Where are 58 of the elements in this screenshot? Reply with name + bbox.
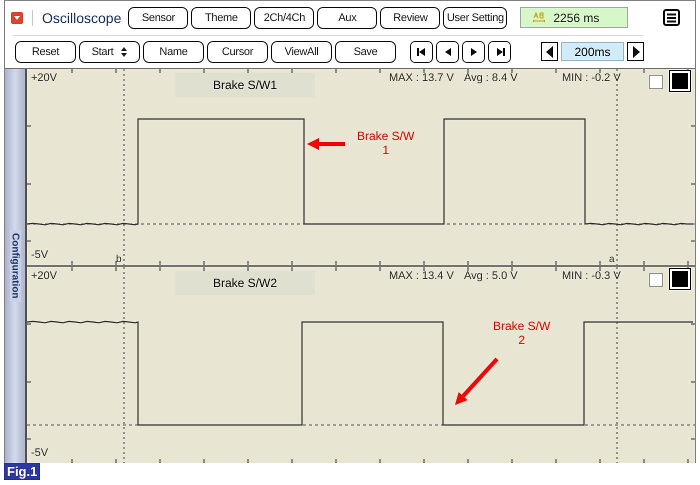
skip-start-icon	[416, 46, 426, 57]
scale-bottom-label: -5V	[31, 249, 48, 261]
max-reading: MAX : 13.4 V	[389, 270, 454, 282]
step-forward-icon	[468, 46, 478, 57]
collapse-icon[interactable]	[11, 12, 23, 24]
toolbar-button[interactable]: Name	[143, 40, 204, 63]
sidebar-tab[interactable]: Configuration	[5, 69, 27, 463]
toggle-square-icon[interactable]	[649, 75, 663, 89]
avg-reading: Avg : 5.0 V	[464, 270, 518, 282]
toolbar-button[interactable]: Aux	[317, 6, 378, 29]
annotation-text: Brake S/W 1	[357, 129, 414, 157]
scale-down-button[interactable]	[541, 42, 558, 62]
arrow	[455, 358, 498, 405]
cursor-label: b	[116, 254, 122, 265]
scale-up-button[interactable]	[627, 42, 644, 62]
sidebar-label: Configuration	[10, 230, 20, 302]
toolbar-button[interactable]: Theme	[191, 6, 252, 29]
min-reading: MIN : -0.3 V	[562, 270, 621, 282]
max-reading: MAX : 13.7 V	[389, 72, 454, 84]
playback-button[interactable]	[488, 40, 511, 63]
toolbar-button[interactable]: ViewAll	[271, 40, 332, 63]
time-scale-field[interactable]: 200ms	[561, 42, 624, 62]
figure-label: Fig.1	[4, 463, 40, 480]
timer-reading: 2256 ms	[553, 10, 600, 25]
toggle-square-icon[interactable]	[672, 73, 688, 89]
toggle-square-icon[interactable]	[672, 271, 688, 287]
toolbar-button[interactable]: User Setting	[443, 6, 508, 29]
playback-button[interactable]	[410, 40, 433, 63]
scale-top-label: +20V	[31, 72, 57, 84]
cursor-line[interactable]	[616, 69, 618, 265]
left-arrow-icon	[546, 46, 554, 58]
app-title: Oscilloscope	[42, 10, 122, 26]
updown-icon	[121, 46, 128, 57]
channel-title: Brake S/W1	[175, 73, 315, 97]
scale-bottom-label: -5V	[31, 447, 48, 459]
arrow	[307, 138, 345, 150]
playback-button[interactable]	[462, 40, 485, 63]
toolbar-button[interactable]: 2Ch/4Ch	[254, 6, 314, 29]
playback-button[interactable]	[436, 40, 459, 63]
toolbar-button[interactable]: Cursor	[207, 40, 268, 63]
start-select[interactable]: Start	[79, 40, 140, 63]
avg-reading: Avg : 8.4 V	[464, 72, 518, 84]
skip-end-icon	[494, 46, 504, 57]
annotation-text: Brake S/W 2	[493, 319, 550, 347]
toolbar-button[interactable]: Review	[380, 6, 440, 29]
toolbar-button[interactable]: Reset	[15, 40, 76, 63]
right-arrow-icon	[632, 46, 640, 58]
toolbar-button[interactable]: Sensor	[128, 6, 188, 29]
scale-top-label: +20V	[31, 270, 57, 282]
step-back-icon	[442, 46, 452, 57]
cursor-label: a	[609, 254, 615, 265]
time-delta-icon	[533, 12, 546, 24]
menu-icon[interactable]	[663, 9, 680, 26]
channel-title: Brake S/W2	[175, 271, 315, 295]
min-reading: MIN : -0.2 V	[562, 72, 621, 84]
toggle-square-icon[interactable]	[649, 273, 663, 287]
toolbar-button[interactable]: Save	[335, 40, 396, 63]
cursor-line[interactable]	[616, 267, 618, 463]
